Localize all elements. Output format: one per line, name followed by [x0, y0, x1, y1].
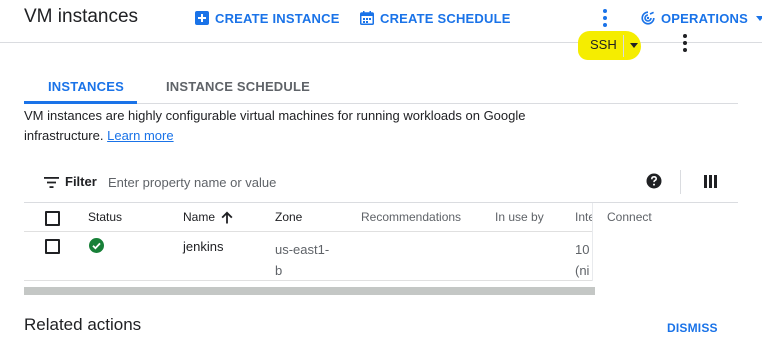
ssh-divider: [623, 35, 624, 57]
instances-table: Status Name Zone Recommendations In use …: [24, 202, 738, 281]
add-box-icon: [195, 11, 209, 25]
page-header: VM instances CREATE INSTANCE CREATE SCHE…: [0, 0, 762, 43]
active-tab-indicator: [24, 101, 137, 104]
description-text: VM instances are highly configurable vir…: [24, 108, 526, 143]
calendar-icon: [360, 11, 374, 25]
row-checkbox[interactable]: [45, 239, 60, 254]
filter-input[interactable]: [108, 171, 408, 193]
column-header-name[interactable]: Name: [183, 210, 233, 224]
filter-icon[interactable]: [44, 177, 59, 188]
connect-column: Connect: [592, 203, 738, 281]
column-header-status[interactable]: Status: [88, 210, 122, 224]
arrow-up-icon: [221, 211, 233, 223]
create-schedule-label: CREATE SCHEDULE: [380, 10, 511, 26]
column-header-internal-ip[interactable]: Internal IP: [575, 210, 593, 224]
related-actions-title: Related actions: [24, 315, 142, 334]
tab-instance-schedule[interactable]: INSTANCE SCHEDULE: [166, 79, 310, 94]
filter-bar: Filter: [24, 165, 738, 201]
select-all-checkbox[interactable]: [45, 211, 60, 226]
operations-icon: [641, 11, 655, 25]
instance-name[interactable]: jenkins: [183, 239, 223, 254]
dismiss-button[interactable]: DISMISS: [667, 321, 718, 335]
horizontal-scrollbar[interactable]: [24, 287, 595, 295]
tab-bar: INSTANCES INSTANCE SCHEDULE: [24, 71, 738, 104]
operations-label: OPERATIONS: [661, 10, 748, 26]
create-instance-label: CREATE INSTANCE: [215, 10, 340, 26]
more-vert-icon[interactable]: [683, 34, 687, 52]
header-more-button[interactable]: [603, 9, 613, 27]
check-circle-icon: [89, 238, 104, 253]
help-icon[interactable]: [646, 173, 662, 189]
ssh-button[interactable]: SSH: [590, 37, 617, 52]
filter-label: Filter: [65, 174, 97, 189]
tab-instances[interactable]: INSTANCES: [48, 79, 124, 94]
toolbar-divider: [680, 170, 681, 194]
scrollbar-thumb[interactable]: [24, 287, 595, 295]
column-header-name-label: Name: [183, 210, 216, 224]
page-description: VM instances are highly configurable vir…: [24, 106, 564, 146]
column-header-connect: Connect: [607, 210, 652, 224]
create-schedule-button[interactable]: CREATE SCHEDULE: [360, 9, 511, 27]
column-header-recommendations[interactable]: Recommendations: [361, 210, 461, 224]
operations-button[interactable]: OPERATIONS: [641, 9, 762, 27]
learn-more-link[interactable]: Learn more: [107, 128, 173, 143]
column-header-in-use-by[interactable]: In use by: [495, 210, 544, 224]
column-header-zone[interactable]: Zone: [275, 210, 302, 224]
instance-internal-ip: 10 (ni: [575, 239, 593, 281]
chevron-down-icon: [630, 43, 638, 48]
chevron-down-icon: [756, 15, 762, 21]
page-title: VM instances: [24, 6, 139, 27]
ssh-dropdown-button[interactable]: [628, 36, 642, 54]
column-display-icon[interactable]: [704, 175, 717, 188]
instance-internal-ip-text: 10 (ni: [575, 242, 590, 278]
more-vert-icon: [603, 9, 607, 27]
instance-zone: us-east1-b: [275, 242, 330, 278]
create-instance-button[interactable]: CREATE INSTANCE: [195, 9, 340, 27]
